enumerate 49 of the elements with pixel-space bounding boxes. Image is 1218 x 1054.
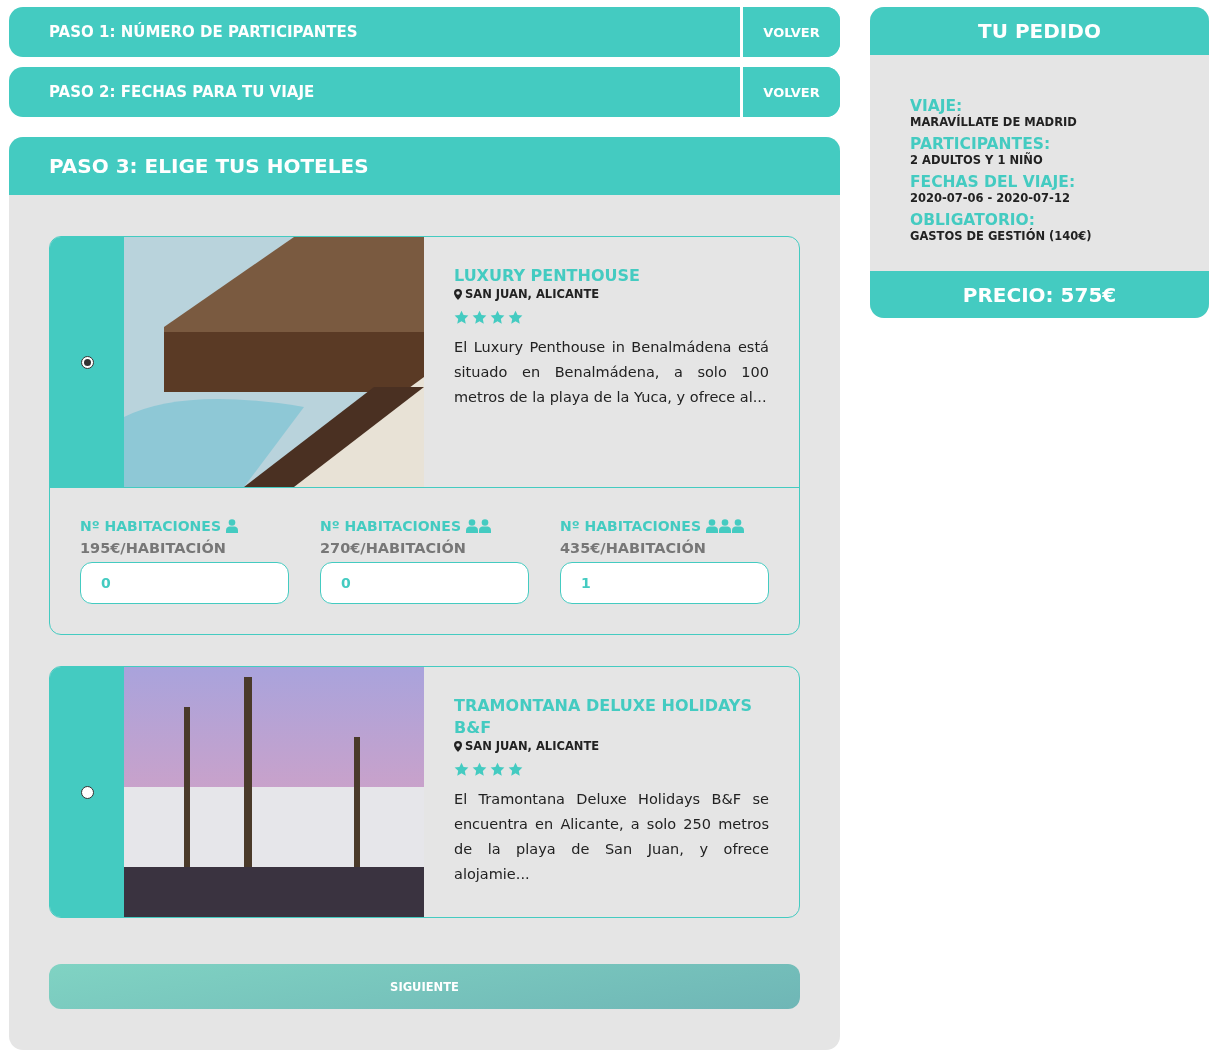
order-label: PARTICIPANTES: xyxy=(910,135,1052,153)
radio-button[interactable] xyxy=(80,355,94,369)
hotel-location: SAN JUAN, ALICANTE xyxy=(465,739,600,753)
hotel-description: El Luxury Penthouse in Benalmádena está situado en Benalmádena, a solo 100 metros de la playa de la Yuca, y ofrece al... xyxy=(454,338,769,407)
room-price: 435€/HABITACIÓN xyxy=(560,540,707,556)
panel-title: PASO 3: ELIGE TUS HOTELES xyxy=(9,137,840,195)
map-pin-icon xyxy=(454,288,462,300)
radio-button[interactable] xyxy=(80,785,94,799)
order-value: MARAVÍLLATE DE MADRID xyxy=(910,115,1078,129)
order-label: FECHAS DEL VIAJE: xyxy=(910,173,1077,191)
star-icon xyxy=(508,762,523,777)
room-price: 195€/HABITACIÓN xyxy=(80,540,227,556)
star-icon xyxy=(490,762,505,777)
order-value: 2020-07-06 - 2020-07-12 xyxy=(910,191,1071,205)
star-icon xyxy=(490,310,505,325)
hotel-description: El Tramontana Deluxe Holidays B&F se encuentra en Alicante, a solo 250 metros de la playa de San Juan, y ofrece alojamie... xyxy=(454,790,769,884)
room-price: 270€/HABITACIÓN xyxy=(320,540,467,556)
star-icon xyxy=(508,310,523,325)
room-count-field[interactable]: 0 xyxy=(320,562,529,604)
back-button[interactable]: VOLVER xyxy=(740,7,840,57)
person-icon xyxy=(465,519,478,533)
order-label: VIAJE: xyxy=(910,97,963,115)
person-icon xyxy=(718,519,731,533)
star-icon xyxy=(472,762,487,777)
back-button[interactable]: VOLVER xyxy=(740,67,840,117)
room-count-field[interactable]: 0 xyxy=(80,562,289,604)
step-title: PASO 1: NÚMERO DE PARTICIPANTES xyxy=(48,21,359,43)
room-label: Nº HABITACIONES xyxy=(80,518,221,534)
hotel-location: SAN JUAN, ALICANTE xyxy=(465,287,600,301)
person-icon xyxy=(225,519,238,533)
hotel-name: LUXURY PENTHOUSE xyxy=(454,265,641,287)
order-title: TU PEDIDO xyxy=(870,7,1209,55)
next-button[interactable]: SIGUIENTE xyxy=(49,964,800,1009)
star-icon xyxy=(472,310,487,325)
star-icon xyxy=(454,762,469,777)
order-value: GASTOS DE GESTIÓN (140€) xyxy=(910,229,1093,243)
order-label: OBLIGATORIO: xyxy=(910,211,1035,229)
room-label: Nº HABITACIONES xyxy=(320,518,461,534)
person-icon xyxy=(731,519,744,533)
step-title: PASO 2: FECHAS PARA TU VIAJE xyxy=(48,82,316,103)
hotel-name: TRAMONTANA DELUXE HOLIDAYS B&F xyxy=(454,695,753,739)
order-value: 2 ADULTOS Y 1 NIÑO xyxy=(910,153,1044,167)
person-icon xyxy=(705,519,718,533)
star-icon xyxy=(454,310,469,325)
person-icon xyxy=(478,519,491,533)
order-price: PRECIO: 575€ xyxy=(870,271,1209,318)
room-count-field[interactable]: 1 xyxy=(560,562,769,604)
room-label: Nº HABITACIONES xyxy=(560,518,701,534)
map-pin-icon xyxy=(454,740,462,752)
